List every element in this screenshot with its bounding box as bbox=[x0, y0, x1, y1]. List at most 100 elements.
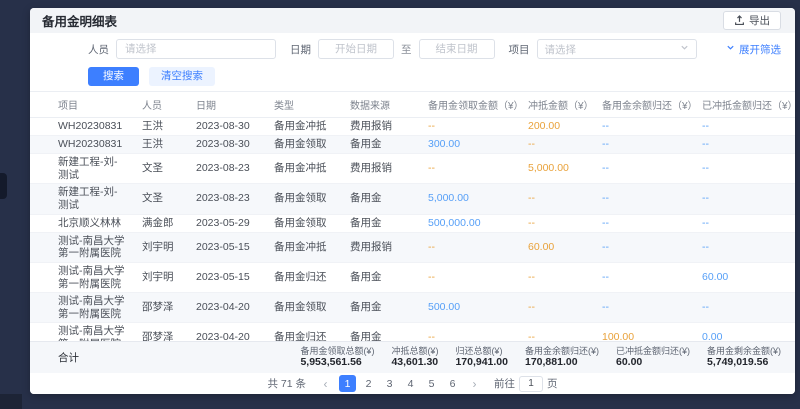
date-end-input[interactable] bbox=[419, 39, 495, 59]
clear-search-button[interactable]: 清空搜索 bbox=[149, 67, 215, 86]
cell-amount-offset-returned: -- bbox=[694, 136, 795, 154]
summary-stat-label: 备用金剩余金额(¥) bbox=[707, 346, 781, 357]
export-button[interactable]: 导出 bbox=[723, 11, 781, 30]
cell-amount-offset-returned: -- bbox=[694, 232, 795, 262]
date-start-input[interactable] bbox=[318, 39, 394, 59]
cell-date: 2023-08-23 bbox=[188, 154, 266, 184]
cell-amount-offset: -- bbox=[520, 184, 594, 214]
cell-amount-offset-returned: -- bbox=[694, 293, 795, 323]
cell-amount-balance-returned: -- bbox=[594, 118, 694, 136]
table-row: 测试-南昌大学第一附属医院 邵梦泽 2023-04-20 备用金领取 备用金 5… bbox=[30, 293, 795, 323]
cell-source: 备用金 bbox=[342, 323, 420, 341]
summary-stat: 备用金余额归还(¥) 170,881.00 bbox=[525, 346, 599, 370]
goto-prefix: 前往 bbox=[494, 376, 515, 391]
goto-suffix: 页 bbox=[547, 376, 558, 391]
date-filter-label: 日期 bbox=[290, 42, 311, 57]
cell-project: 测试-南昌大学第一附属医院 bbox=[30, 262, 134, 292]
cell-project: 测试-南昌大学第一附属医院 bbox=[30, 232, 134, 262]
cell-source: 费用报销 bbox=[342, 232, 420, 262]
cell-source: 备用金 bbox=[342, 293, 420, 323]
summary-stat: 归还总额(¥) 170,941.00 bbox=[455, 346, 508, 370]
prev-page-button[interactable]: ‹ bbox=[317, 375, 334, 392]
summary-stat-value: 60.00 bbox=[616, 356, 690, 369]
table-row: 测试-南昌大学第一附属医院 刘宇明 2023-05-15 备用金归还 备用金 -… bbox=[30, 262, 795, 292]
summary-stat: 备用金剩余金额(¥) 5,749,019.56 bbox=[707, 346, 781, 370]
cell-amount-received: 500.00 bbox=[420, 293, 520, 323]
cell-type: 备用金归还 bbox=[266, 262, 342, 292]
page-button-4[interactable]: 4 bbox=[402, 375, 419, 392]
summary-stat-value: 43,601.30 bbox=[391, 356, 438, 369]
cell-amount-offset: -- bbox=[520, 214, 594, 232]
table-row: WH20230831 王洪 2023-08-30 备用金领取 备用金 300.0… bbox=[30, 136, 795, 154]
cell-amount-received: -- bbox=[420, 154, 520, 184]
column-header: 类型 bbox=[266, 92, 342, 118]
expand-filter-label: 展开筛选 bbox=[739, 42, 781, 57]
summary-total-label: 合计 bbox=[58, 350, 79, 365]
column-header: 数据来源 bbox=[342, 92, 420, 118]
summary-stat-value: 5,749,019.56 bbox=[707, 356, 781, 369]
cell-date: 2023-08-30 bbox=[188, 118, 266, 136]
cell-amount-balance-returned: -- bbox=[594, 214, 694, 232]
expand-filter-link[interactable]: 展开筛选 bbox=[726, 42, 781, 57]
page-button-1[interactable]: 1 bbox=[339, 375, 356, 392]
export-label: 导出 bbox=[749, 13, 770, 28]
summary-stat: 已冲抵金额归还(¥) 60.00 bbox=[616, 346, 690, 370]
table-row: 测试-南昌大学第一附属医院 刘宇明 2023-05-15 备用金冲抵 费用报销 … bbox=[30, 232, 795, 262]
next-page-button[interactable]: › bbox=[466, 375, 483, 392]
cell-source: 备用金 bbox=[342, 184, 420, 214]
project-filter-select[interactable]: 请选择 bbox=[537, 39, 697, 59]
drawer-handle[interactable] bbox=[0, 173, 7, 199]
project-filter-label: 项目 bbox=[509, 42, 530, 57]
table-row: WH20230831 王洪 2023-08-30 备用金冲抵 费用报销 -- 2… bbox=[30, 118, 795, 136]
cell-project: 测试-南昌大学第一附属医院 bbox=[30, 323, 134, 341]
cell-type: 备用金领取 bbox=[266, 293, 342, 323]
summary-stat: 备用金领取总额(¥) 5,953,561.56 bbox=[300, 346, 374, 370]
cell-source: 费用报销 bbox=[342, 154, 420, 184]
summary-stat-value: 170,881.00 bbox=[525, 356, 599, 369]
cell-type: 备用金冲抵 bbox=[266, 154, 342, 184]
search-button[interactable]: 搜索 bbox=[88, 67, 139, 86]
cell-amount-balance-returned: -- bbox=[594, 184, 694, 214]
cell-person: 刘宇明 bbox=[134, 262, 188, 292]
cell-person: 刘宇明 bbox=[134, 232, 188, 262]
summary-bar: 合计 备用金领取总额(¥) 5,953,561.56 冲抵总额(¥) 43,60… bbox=[30, 341, 795, 373]
cell-amount-received: -- bbox=[420, 323, 520, 341]
date-separator: 至 bbox=[401, 42, 412, 57]
cell-source: 费用报销 bbox=[342, 118, 420, 136]
cell-source: 备用金 bbox=[342, 262, 420, 292]
table-body: WH20230831 王洪 2023-08-30 备用金冲抵 费用报销 -- 2… bbox=[30, 118, 795, 342]
table-row: 新建工程-刘-测试 文圣 2023-08-23 备用金冲抵 费用报销 -- 5,… bbox=[30, 154, 795, 184]
goto-page-input[interactable] bbox=[519, 376, 543, 392]
project-select-placeholder: 请选择 bbox=[545, 42, 577, 57]
cell-amount-offset: 5,000.00 bbox=[520, 154, 594, 184]
cell-amount-offset: 200.00 bbox=[520, 118, 594, 136]
column-header: 备用金领取金额（¥） bbox=[420, 92, 520, 118]
cell-amount-received: 5,000.00 bbox=[420, 184, 520, 214]
person-filter-input[interactable] bbox=[116, 39, 276, 59]
topbar: 备用金明细表 导出 bbox=[30, 8, 795, 33]
summary-stat-label: 归还总额(¥) bbox=[455, 346, 508, 357]
taskbar-corner bbox=[0, 394, 22, 409]
cell-amount-offset: -- bbox=[520, 262, 594, 292]
page-button-2[interactable]: 2 bbox=[360, 375, 377, 392]
page-button-6[interactable]: 6 bbox=[444, 375, 461, 392]
cell-type: 备用金领取 bbox=[266, 184, 342, 214]
column-header: 日期 bbox=[188, 92, 266, 118]
page-title: 备用金明细表 bbox=[42, 11, 117, 30]
summary-stat-value: 5,953,561.56 bbox=[300, 356, 374, 369]
cell-date: 2023-04-20 bbox=[188, 293, 266, 323]
page-button-5[interactable]: 5 bbox=[423, 375, 440, 392]
cell-amount-balance-returned: -- bbox=[594, 136, 694, 154]
cell-type: 备用金冲抵 bbox=[266, 232, 342, 262]
cell-amount-balance-returned: -- bbox=[594, 262, 694, 292]
cell-project: WH20230831 bbox=[30, 118, 134, 136]
cell-type: 备用金领取 bbox=[266, 136, 342, 154]
person-filter-label: 人员 bbox=[88, 42, 109, 57]
page-button-3[interactable]: 3 bbox=[381, 375, 398, 392]
cell-amount-offset-returned: -- bbox=[694, 214, 795, 232]
column-header: 已冲抵金额归还（¥） bbox=[694, 92, 795, 118]
cell-amount-received: -- bbox=[420, 262, 520, 292]
pager-pages: 123456 bbox=[339, 375, 461, 392]
cell-project: 新建工程-刘-测试 bbox=[30, 184, 134, 214]
filter-bar: 人员 日期 至 项目 请选择 bbox=[30, 33, 795, 61]
